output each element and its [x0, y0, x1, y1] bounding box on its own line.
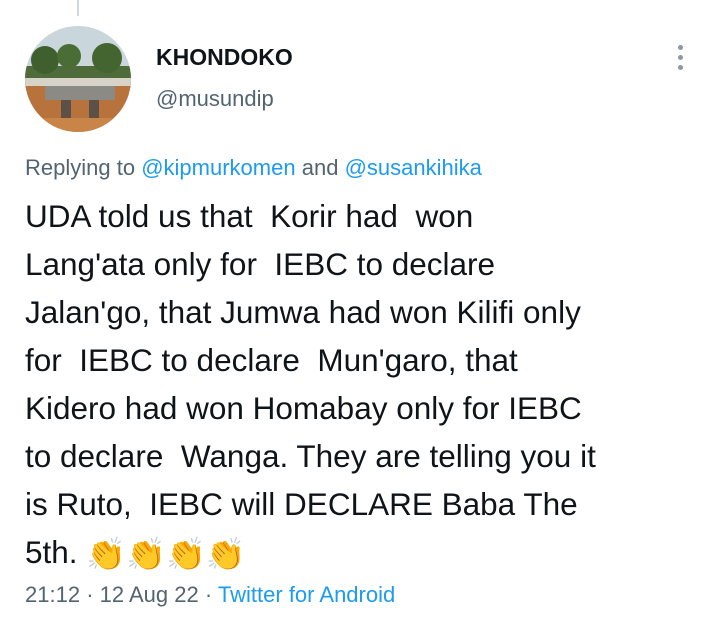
more-options-icon[interactable]	[664, 40, 696, 74]
avatar[interactable]	[25, 26, 131, 132]
reply-mention-2[interactable]: @susankihika	[345, 155, 482, 180]
tweet-metadata: 21:12 · 12 Aug 22 · Twitter for Android	[25, 582, 395, 608]
tweet-time[interactable]: 21:12	[25, 582, 80, 607]
reply-and: and	[301, 155, 339, 180]
meta-separator: ·	[204, 582, 213, 607]
user-handle[interactable]: @musundip	[156, 86, 274, 112]
clapping-hands-icon: 👏	[165, 536, 206, 572]
clapping-hands-icon: 👏	[205, 536, 246, 572]
replying-to-line: Replying to @kipmurkomen and @susankihik…	[25, 155, 482, 181]
tweet-body: UDA told us that Korir had won Lang'ata …	[25, 192, 715, 576]
more-dot	[677, 64, 683, 70]
clapping-hands-icon: 👏	[126, 536, 166, 572]
avatar-photo	[25, 26, 131, 132]
display-name[interactable]: KHONDOKO	[156, 44, 293, 71]
tweet-date[interactable]: 12 Aug 22	[100, 582, 199, 607]
clapping-hands-icon: 👏	[86, 536, 127, 572]
meta-separator: ·	[86, 582, 94, 607]
tweet-text: UDA told us that Korir had won Lang'ata …	[25, 198, 596, 570]
more-dot	[677, 44, 683, 50]
thread-connector-line	[77, 0, 79, 16]
more-dot	[677, 54, 683, 60]
replying-prefix: Replying to	[25, 155, 136, 180]
tweet-source-link[interactable]: Twitter for Android	[218, 582, 395, 607]
reply-mention-1[interactable]: @kipmurkomen	[141, 155, 295, 180]
